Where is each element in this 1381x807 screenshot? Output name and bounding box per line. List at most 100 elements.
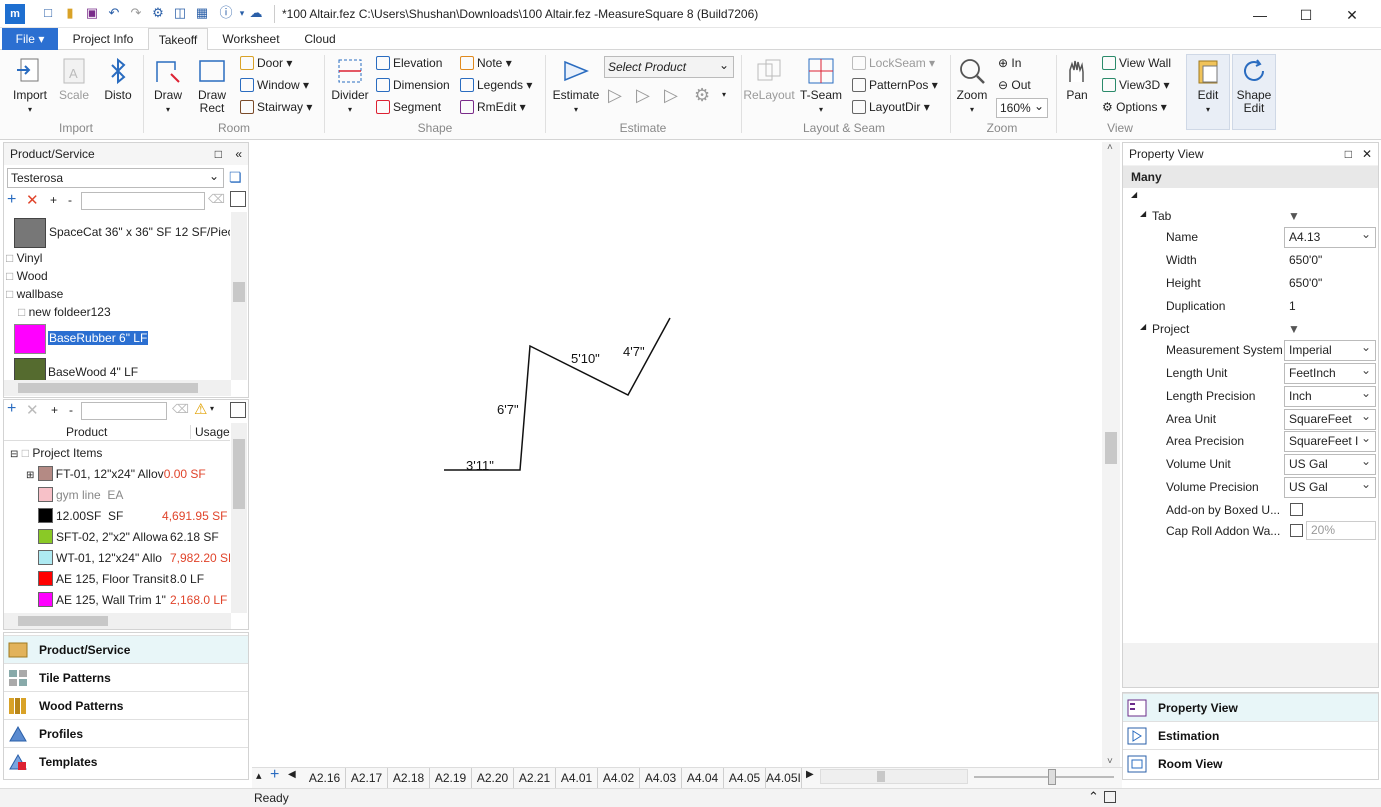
property-row[interactable]: Height 650'0" bbox=[1124, 272, 1378, 295]
nav-templates[interactable]: Templates bbox=[4, 747, 248, 775]
boxed-addon-checkbox[interactable] bbox=[1290, 503, 1303, 516]
tree-item[interactable]: SpaceCat 36" x 36" SF 12 SF/Piece bbox=[14, 216, 230, 248]
view3d-button[interactable]: View3D ▾ bbox=[1102, 76, 1170, 94]
property-section-tab[interactable]: ◢ Tab ▼ bbox=[1124, 205, 1378, 228]
filter-icon[interactable]: ▼ bbox=[1288, 209, 1300, 223]
property-value[interactable]: FeetInch bbox=[1284, 363, 1376, 384]
collapse-all-icon[interactable]: - bbox=[68, 193, 72, 207]
close-panel-icon[interactable]: ✕ bbox=[1362, 143, 1372, 165]
property-row[interactable]: Cap Roll Addon Wa... 20% bbox=[1124, 520, 1378, 543]
property-value[interactable]: 650'0" bbox=[1284, 273, 1376, 294]
delete-icon[interactable]: ✕ bbox=[26, 191, 39, 209]
property-value[interactable]: 650'0" bbox=[1284, 250, 1376, 271]
items-search-input[interactable] bbox=[81, 402, 167, 420]
note-button[interactable]: Note ▾ bbox=[460, 54, 512, 72]
tree-root[interactable]: ⊟ □ Project Items bbox=[10, 444, 102, 462]
items-hscrollbar[interactable] bbox=[4, 613, 231, 629]
rmedit-button[interactable]: RmEdit ▾ bbox=[460, 98, 526, 116]
play-eye2-icon[interactable]: ▷ bbox=[664, 86, 678, 104]
tree-item[interactable]: □ wallbase bbox=[6, 285, 63, 303]
new-file-icon[interactable]: □ bbox=[40, 5, 56, 21]
door-button[interactable]: Door ▾ bbox=[240, 54, 292, 72]
save-icon[interactable]: ▣ bbox=[84, 5, 100, 21]
draw-rect-button[interactable]: Draw Rect bbox=[190, 56, 234, 115]
zoom-button[interactable]: Zoom ▾ bbox=[952, 56, 992, 116]
tab-worksheet[interactable]: Worksheet bbox=[214, 28, 288, 50]
tab-takeoff[interactable]: Takeoff bbox=[148, 28, 208, 51]
property-value[interactable]: 1 bbox=[1284, 296, 1376, 317]
nav-estimation[interactable]: Estimation bbox=[1123, 721, 1378, 749]
wall-drawing[interactable] bbox=[252, 142, 1102, 767]
sheet-tab[interactable]: A4.02 bbox=[598, 768, 640, 788]
zoom-slider-track[interactable] bbox=[974, 776, 1114, 778]
file-menu-button[interactable]: File ▾ bbox=[2, 28, 58, 50]
tseam-button[interactable]: T-Seam ▾ bbox=[798, 56, 844, 116]
table-row[interactable]: gym line EA bbox=[38, 486, 123, 504]
cap-roll-value[interactable]: 20% bbox=[1306, 521, 1376, 540]
sheet-tab[interactable]: A2.16 bbox=[304, 768, 346, 788]
restore-icon[interactable]: □ bbox=[215, 143, 222, 165]
layoutdir-button[interactable]: LayoutDir ▾ bbox=[852, 98, 930, 116]
property-row[interactable]: Duplication 1 bbox=[1124, 295, 1378, 318]
add-item-icon[interactable]: + bbox=[7, 400, 16, 418]
sheet-hscrollbar[interactable] bbox=[820, 769, 968, 784]
add-icon[interactable]: + bbox=[7, 191, 16, 209]
clear-search-icon[interactable]: ⌫ bbox=[172, 402, 189, 416]
shape-edit-button[interactable]: Shape Edit bbox=[1232, 56, 1276, 115]
dimension-label[interactable]: 6'7" bbox=[497, 402, 519, 417]
dimension-label[interactable]: 3'11" bbox=[466, 458, 494, 473]
property-row[interactable]: Add-on by Boxed U... bbox=[1124, 499, 1378, 522]
cloud-icon[interactable]: ☁ bbox=[248, 5, 264, 21]
play-icon[interactable]: ▷ bbox=[608, 86, 622, 104]
property-value[interactable]: US Gal bbox=[1284, 477, 1376, 498]
collapse-all-icon[interactable]: - bbox=[69, 403, 73, 417]
nav-product-service[interactable]: Product/Service bbox=[4, 635, 248, 663]
relayout-button[interactable]: ReLayout bbox=[742, 56, 796, 102]
sheet-next-icon[interactable]: ▶ bbox=[806, 769, 814, 780]
table-row[interactable]: 12.00SF SF 4,691.95 SF bbox=[38, 507, 227, 525]
sheet-tab[interactable]: A2.20 bbox=[472, 768, 514, 788]
segment-button[interactable]: Segment bbox=[376, 98, 441, 116]
col-product[interactable]: Product bbox=[66, 425, 107, 439]
product-tree-hscrollbar[interactable] bbox=[4, 380, 231, 396]
clear-search-icon[interactable]: ⌫ bbox=[208, 192, 225, 206]
nav-room-view[interactable]: Room View bbox=[1123, 749, 1378, 777]
tree-item[interactable]: BaseWood 4" LF bbox=[14, 356, 138, 380]
settings-gear-icon[interactable]: ⚙ bbox=[150, 5, 166, 21]
database-icon[interactable]: ◫ bbox=[172, 5, 188, 21]
elevation-button[interactable]: Elevation bbox=[376, 54, 442, 72]
add-sheet-icon[interactable]: + bbox=[270, 766, 279, 784]
zoom-slider-thumb[interactable] bbox=[1048, 769, 1056, 785]
canvas-vscrollbar[interactable]: ˄ ˅ bbox=[1102, 142, 1120, 767]
redo-icon[interactable]: ↷ bbox=[128, 5, 144, 21]
drawing-canvas[interactable]: 3'11" 6'7" 5'10" 4'7" bbox=[252, 142, 1102, 767]
sheet-add-up-icon[interactable]: ▴ bbox=[256, 769, 262, 782]
estimate-more-icon[interactable]: ▾ bbox=[722, 86, 726, 104]
expand-all-icon[interactable]: + bbox=[51, 403, 58, 417]
sheet-tab[interactable]: A4.05I bbox=[766, 768, 802, 788]
property-row[interactable]: Length Unit FeetInch bbox=[1124, 362, 1378, 385]
edit-button[interactable]: Edit ▾ bbox=[1186, 56, 1230, 116]
nav-tile-patterns[interactable]: Tile Patterns bbox=[4, 663, 248, 691]
cap-roll-checkbox[interactable] bbox=[1290, 524, 1303, 537]
disto-button[interactable]: Disto bbox=[98, 56, 138, 102]
select-product-combo[interactable]: Select Product ⌄ bbox=[604, 56, 734, 78]
table-row[interactable]: SFT-02, 2"x2" Allowa 62.18 SF bbox=[38, 528, 219, 546]
pan-button[interactable]: Pan bbox=[1058, 56, 1096, 102]
catalog-select[interactable]: Testerosa ⌄ bbox=[7, 168, 224, 188]
zoom-in-button[interactable]: ⊕ In bbox=[998, 54, 1021, 72]
sheet-prev-icon[interactable]: ◀ bbox=[288, 769, 296, 780]
estimate-settings-icon[interactable]: ⚙ bbox=[694, 86, 710, 104]
col-usage[interactable]: Usage bbox=[190, 425, 230, 439]
tree-item[interactable]: □ Vinyl bbox=[6, 249, 42, 267]
wall-segment-path[interactable] bbox=[444, 317, 671, 471]
help-icon[interactable]: ⓘ bbox=[218, 5, 234, 21]
dimension-button[interactable]: Dimension bbox=[376, 76, 450, 94]
undo-icon[interactable]: ↶ bbox=[106, 5, 122, 21]
lockseam-button[interactable]: LockSeam ▾ bbox=[852, 54, 935, 72]
view-toggle-icon[interactable] bbox=[230, 191, 246, 207]
product-tree-scrollbar[interactable] bbox=[231, 212, 247, 380]
zoom-level-combo[interactable]: 160% ⌄ bbox=[996, 98, 1048, 118]
divider-button[interactable]: Divider ▾ bbox=[328, 56, 372, 116]
expand-all-icon[interactable]: + bbox=[50, 193, 57, 207]
